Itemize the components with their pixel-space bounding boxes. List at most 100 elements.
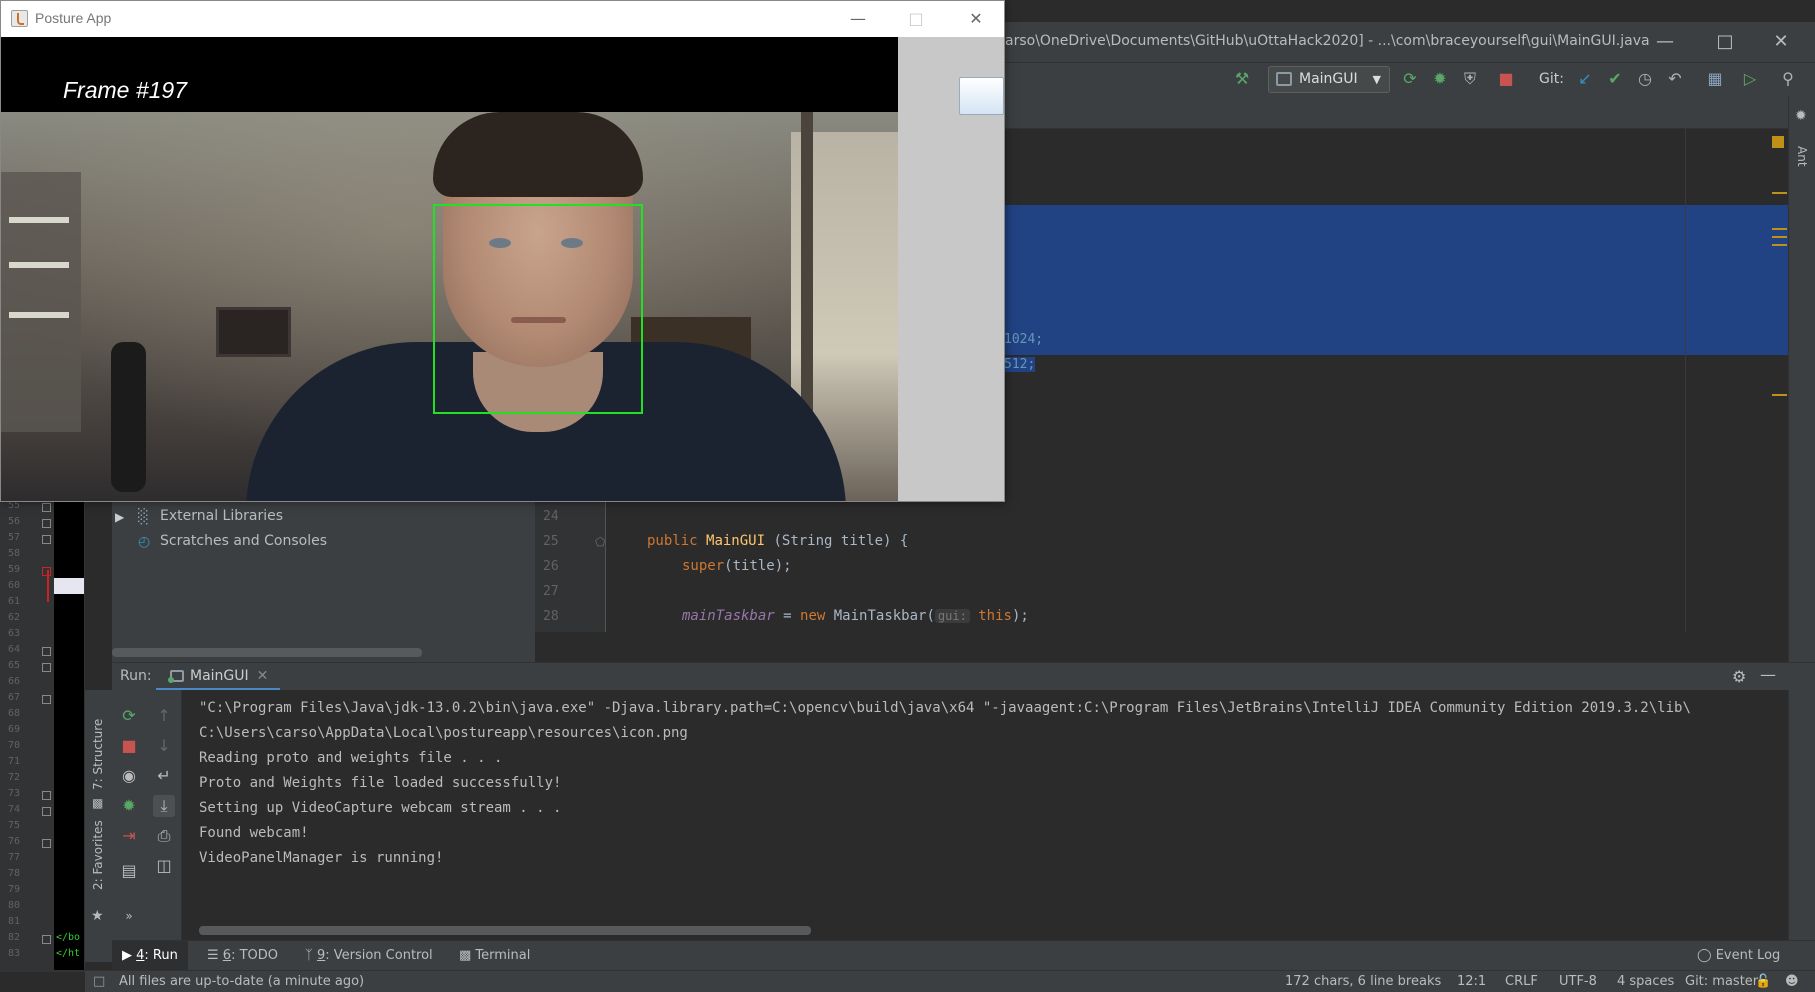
status-git-branch[interactable]: Git: master [1685,974,1758,989]
more-chevron-icon[interactable]: » [118,905,140,927]
stop-icon[interactable]: ■ [118,735,140,757]
secondary-editor-code: </bo </ht [54,500,84,970]
tree-item-external-libraries[interactable]: External Libraries [160,508,283,524]
layout-icon[interactable]: ▤ [118,860,140,882]
tab-label: : Run [144,948,178,963]
line-number: 76 [8,836,21,847]
fold-icon[interactable] [42,535,51,544]
print-icon[interactable]: ⎙ [153,825,175,847]
run-panel-label: Run: [120,668,152,684]
run-console-output[interactable]: "C:\Program Files\Java\jdk-13.0.2\bin\ja… [182,690,1788,940]
close-tab-icon[interactable]: ✕ [257,668,269,684]
error-stripe-mark[interactable] [1772,394,1787,396]
fold-icon[interactable] [42,663,51,672]
structure-tool-label[interactable]: 7: Structure [91,719,105,790]
line-number: 26 [543,559,559,574]
fold-icon[interactable] [42,503,51,512]
maximize-icon[interactable]: □ [896,5,936,33]
ant-bug-icon[interactable]: ✹ [1795,108,1807,124]
fold-method-icon[interactable]: ⬠ [595,535,605,549]
status-caret-position[interactable]: 12:1 [1457,974,1486,989]
git-commit-check-icon[interactable]: ✔ [1605,69,1625,89]
side-panel-button[interactable] [959,77,1004,115]
keyword: public [647,533,698,549]
code-line-28: mainTaskbar = new MainTaskbar(gui: this)… [682,608,1029,624]
down-arrow-icon[interactable]: ↓ [153,735,175,757]
code-view[interactable]: 24 25 26 27 28 ⬠ public MainGUI (String … [535,500,1788,632]
run-anything-icon[interactable]: ▷ [1740,69,1760,89]
selected-code-block: 1024; 512; [1000,205,1788,372]
settings-gear-icon[interactable]: ⚙ [1732,667,1746,686]
build-hammer-icon[interactable]: ⚒ [1232,69,1252,89]
fold-icon[interactable] [42,519,51,528]
maximize-icon[interactable]: □ [1710,28,1740,56]
tab-todo[interactable]: ☰ 6: TODO [207,948,278,963]
fold-icon[interactable] [42,791,51,800]
line-number: 79 [8,884,21,895]
fold-icon[interactable] [42,695,51,704]
status-message[interactable]: All files are up-to-date (a minute ago) [119,974,364,989]
git-history-clock-icon[interactable]: ◷ [1635,69,1655,89]
status-toggle-icon[interactable]: □ [93,974,105,989]
up-arrow-icon[interactable]: ↑ [153,705,175,727]
lock-icon[interactable]: 🔓 [1755,974,1771,989]
trash-icon[interactable]: ◫ [153,855,175,877]
search-icon[interactable]: ⚲ [1778,69,1798,89]
star-icon[interactable]: ★ [91,908,104,924]
status-char-count[interactable]: 172 chars, 6 line breaks [1285,974,1441,989]
error-stripe-mark[interactable] [1772,244,1787,246]
screenshot-camera-icon[interactable]: ◉ [118,765,140,787]
fold-icon[interactable] [42,647,51,656]
error-stripe-mark[interactable] [1772,192,1787,194]
warning-marker[interactable] [1772,136,1784,148]
line-number: 82 [8,932,21,943]
error-stripe-mark[interactable] [1772,236,1787,238]
favorites-tool-label[interactable]: 2: Favorites [91,820,105,890]
debug-bug-icon[interactable]: ✹ [1430,69,1450,89]
expand-arrow-icon[interactable]: ▶ [115,510,124,524]
ant-tool-label[interactable]: Ant [1795,146,1809,167]
console-line: Reading proto and weights file . . . [199,750,503,766]
hide-panel-icon[interactable]: — [1760,665,1776,684]
tab-run[interactable]: ▶ 4: Run [112,941,188,971]
soft-wrap-icon[interactable]: ↵ [153,765,175,787]
project-structure-icon[interactable]: ▦ [1705,69,1725,89]
close-icon[interactable]: ✕ [956,5,996,33]
debug-bug-icon[interactable]: ✹ [118,795,140,817]
tree-horizontal-scrollbar[interactable] [112,648,422,657]
status-indent[interactable]: 4 spaces [1617,974,1674,989]
posture-app-titlebar[interactable]: Posture App — □ ✕ [1,1,1004,37]
git-rollback-icon[interactable]: ↶ [1665,69,1685,89]
git-update-icon[interactable]: ↙ [1575,69,1595,89]
exit-icon[interactable]: ⇥ [118,825,140,847]
scroll-to-end-icon[interactable]: ⤓ [153,795,175,817]
inspector-icon[interactable]: ☻ [1785,974,1799,989]
minimize-icon[interactable]: — [838,5,878,33]
close-icon[interactable]: ✕ [1766,28,1796,56]
run-config-label: MainGUI [1299,71,1358,87]
error-stripe-mark[interactable] [1772,228,1787,230]
rerun-icon[interactable]: ⟳ [1400,69,1420,89]
tab-version-control[interactable]: ᛉ 9: Version Control [305,948,433,963]
fold-icon[interactable] [42,807,51,816]
tree-item-scratches-and-consoles[interactable]: Scratches and Consoles [160,533,327,549]
status-encoding[interactable]: UTF-8 [1559,974,1597,989]
code-text: MainTaskbar( [825,608,935,624]
minimize-icon[interactable]: — [1650,28,1680,56]
run-configuration-select[interactable]: MainGUI ▼ [1268,66,1390,93]
fold-icon[interactable] [42,567,51,576]
run-tab-maingui[interactable]: MainGUI ✕ [156,663,281,691]
tab-terminal[interactable]: ▩ Terminal [459,948,530,963]
status-line-separator[interactable]: CRLF [1505,974,1538,989]
event-log-button[interactable]: ◯ Event Log [1697,948,1780,963]
console-horizontal-scrollbar[interactable] [199,926,811,935]
fold-icon[interactable] [42,935,51,944]
fold-icon[interactable] [42,839,51,848]
coverage-shield-icon[interactable]: ⛨ [1460,69,1480,89]
structure-icon[interactable]: ▩ [92,796,103,810]
line-number: 78 [8,868,21,879]
code-text: = [774,608,801,624]
line-number: 60 [8,580,21,591]
stop-icon[interactable]: ■ [1496,69,1516,89]
rerun-icon[interactable]: ⟳ [118,705,140,727]
